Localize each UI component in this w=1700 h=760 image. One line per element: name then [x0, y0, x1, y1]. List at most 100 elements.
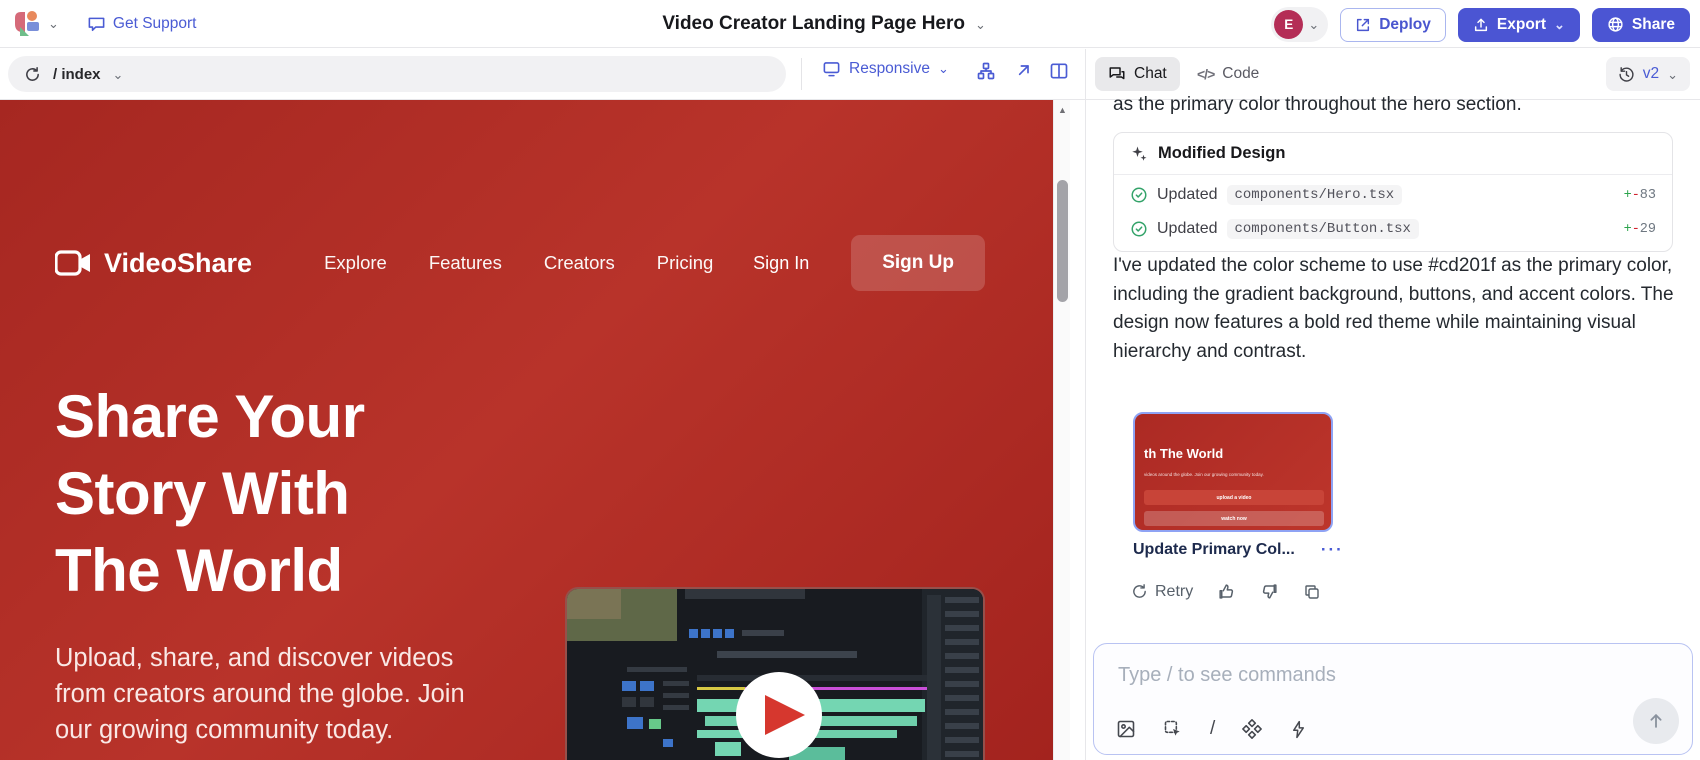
tab-chat[interactable]: Chat [1095, 57, 1180, 91]
assistant-message: I've updated the color scheme to use #cd… [1113, 252, 1689, 366]
top-bar: ⌄ Get Support Video Creator Landing Page… [0, 0, 1700, 48]
diff-stat: +-29 [1624, 222, 1656, 237]
thumbnail-desc: videos around the globe. Join our growin… [1144, 472, 1324, 477]
tab-code[interactable]: </> Code [1184, 57, 1272, 91]
thumbs-down-icon [1260, 582, 1279, 601]
chat-bubbles-icon [1108, 65, 1126, 83]
attach-image-icon[interactable] [1116, 719, 1136, 739]
url-bar[interactable]: / index ⌄ [8, 56, 786, 92]
modified-design-card: Modified Design Updated components/Hero.… [1113, 132, 1673, 252]
upload-icon [1473, 17, 1489, 33]
account-menu[interactable]: E ⌄ [1271, 7, 1328, 42]
split-view-icon[interactable] [1049, 61, 1069, 81]
thumbnail-upload-bar: upload a video [1144, 490, 1324, 505]
monitor-icon [822, 59, 841, 78]
sparkle-icon [1130, 145, 1148, 163]
chat-input-box[interactable]: / [1093, 643, 1693, 755]
thumbs-down-button[interactable] [1260, 582, 1279, 601]
hero-heading: Share Your Story With The World [55, 378, 365, 609]
nav-link-pricing[interactable]: Pricing [657, 252, 714, 274]
support-chat-icon [87, 14, 106, 33]
check-circle-icon [1130, 220, 1148, 238]
send-button[interactable] [1633, 698, 1679, 744]
version-selector[interactable]: v2 ⌄ [1606, 57, 1690, 91]
divider [801, 58, 802, 90]
preview-navbar: VideoShare Explore Features Creators Pri… [55, 232, 985, 294]
select-element-icon[interactable] [1163, 719, 1183, 739]
chevron-down-icon: ⌄ [1667, 68, 1678, 81]
viewport-selector[interactable]: Responsive ⌄ [822, 59, 949, 78]
videoshare-logo[interactable]: VideoShare [55, 248, 252, 279]
diff-stat: +-83 [1624, 188, 1656, 203]
chat-input[interactable] [1118, 658, 1548, 692]
share-label: Share [1632, 16, 1675, 34]
thumbs-up-icon [1217, 582, 1236, 601]
thumbnail-watch-bar: watch now [1144, 511, 1324, 526]
check-circle-icon [1130, 186, 1148, 204]
app-logo-icon [12, 9, 42, 39]
arrow-up-icon [1646, 711, 1666, 731]
file-update-row: Updated components/Button.tsx +-29 [1114, 212, 1672, 251]
file-update-row: Updated components/Hero.tsx +-83 [1114, 175, 1672, 212]
video-camera-icon [55, 250, 91, 276]
assistant-message-tail: as the primary color throughout the hero… [1113, 94, 1673, 116]
version-caption-link[interactable]: Update Primary Col... [1133, 541, 1295, 559]
file-chip[interactable]: components/Button.tsx [1227, 219, 1419, 239]
hero-description: Upload, share, and discover videos from … [55, 640, 485, 748]
slash-command-icon[interactable]: / [1210, 718, 1215, 740]
nav-link-explore[interactable]: Explore [324, 252, 387, 274]
open-in-new-tab-icon[interactable] [1013, 61, 1033, 81]
component-tree-icon[interactable] [976, 61, 996, 81]
copy-button[interactable] [1303, 583, 1321, 601]
viewport-label: Responsive [849, 60, 930, 78]
chat-tab-label: Chat [1134, 65, 1167, 83]
code-icon: </> [1197, 66, 1214, 82]
retry-button[interactable]: Retry [1131, 583, 1193, 601]
thumbs-up-button[interactable] [1217, 582, 1236, 601]
modified-design-title: Modified Design [1158, 144, 1285, 163]
export-button[interactable]: Export ⌄ [1458, 8, 1580, 42]
video-editor-thumbnail-image [567, 589, 983, 760]
chat-panel: as the primary color throughout the hero… [1086, 100, 1700, 760]
share-button[interactable]: Share [1592, 8, 1690, 42]
history-icon [1618, 66, 1635, 83]
more-options-icon[interactable]: ··· [1321, 540, 1344, 560]
code-tab-label: Code [1222, 65, 1259, 83]
deploy-button[interactable]: Deploy [1340, 8, 1446, 42]
export-label: Export [1497, 16, 1546, 34]
copy-icon [1303, 583, 1321, 601]
scroll-up-icon[interactable]: ▲ [1054, 105, 1071, 115]
external-link-icon [1355, 17, 1371, 33]
message-actions: Retry [1131, 582, 1321, 601]
hero-video-player[interactable] [565, 587, 985, 760]
app-window: ⌄ Get Support Video Creator Landing Page… [0, 0, 1700, 760]
project-title-menu[interactable]: Video Creator Landing Page Hero ⌄ [662, 0, 986, 48]
avatar: E [1274, 10, 1303, 39]
sign-up-button[interactable]: Sign Up [851, 235, 985, 291]
preview-toolbar: / index ⌄ Responsive ⌄ [0, 49, 1700, 100]
brand-name: VideoShare [104, 248, 252, 279]
quick-actions-icon[interactable] [1289, 720, 1308, 739]
chevron-down-icon: ⌄ [48, 17, 59, 30]
version-thumbnail[interactable]: th The World videos around the globe. Jo… [1133, 412, 1333, 532]
file-chip[interactable]: components/Hero.tsx [1227, 185, 1403, 205]
chevron-down-icon: ⌄ [113, 68, 124, 81]
preview-scrollbar[interactable]: ▲ [1053, 100, 1070, 760]
integrations-icon[interactable] [1242, 719, 1262, 739]
workspace-menu[interactable]: ⌄ [12, 9, 59, 39]
scrollbar-thumb[interactable] [1057, 180, 1068, 302]
sign-in-link[interactable]: Sign In [753, 253, 809, 274]
refresh-icon[interactable] [24, 66, 41, 83]
thumbnail-heading: th The World [1144, 446, 1223, 461]
nav-link-features[interactable]: Features [429, 252, 502, 274]
chevron-down-icon: ⌄ [1554, 18, 1565, 31]
nav-link-creators[interactable]: Creators [544, 252, 615, 274]
retry-icon [1131, 583, 1148, 600]
retry-label: Retry [1155, 583, 1193, 601]
chevron-down-icon: ⌄ [975, 18, 986, 31]
chevron-down-icon: ⌄ [938, 62, 949, 75]
chevron-down-icon: ⌄ [1308, 18, 1319, 31]
page-title: Video Creator Landing Page Hero [662, 13, 965, 35]
get-support-link[interactable]: Get Support [87, 14, 197, 33]
deploy-label: Deploy [1379, 16, 1431, 34]
